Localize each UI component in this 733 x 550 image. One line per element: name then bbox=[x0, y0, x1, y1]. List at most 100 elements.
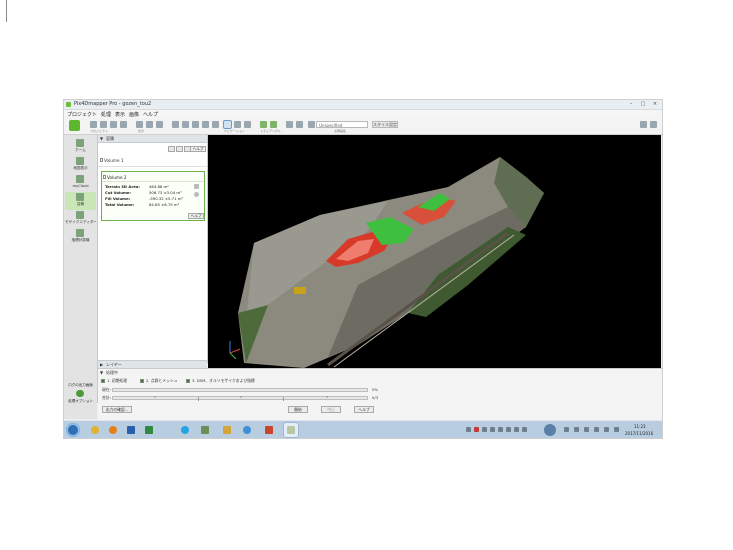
raycloud-icon bbox=[76, 175, 84, 183]
close-project-icon[interactable] bbox=[120, 121, 127, 128]
tray-icon[interactable] bbox=[522, 427, 527, 432]
add-volume-icon[interactable] bbox=[168, 146, 175, 152]
current-label: 現在: bbox=[102, 387, 111, 392]
language-icon[interactable] bbox=[544, 424, 556, 436]
save-icon[interactable] bbox=[110, 121, 117, 128]
mosaic-icon bbox=[76, 211, 84, 219]
pan-icon[interactable] bbox=[244, 121, 251, 128]
fit-view-icon[interactable] bbox=[192, 121, 199, 128]
outlook-icon[interactable] bbox=[220, 423, 234, 437]
sidebar-item-label: 地図表示 bbox=[73, 166, 88, 170]
layer-toggle-icon[interactable] bbox=[308, 121, 315, 128]
menu-help[interactable]: ヘルプ bbox=[143, 111, 158, 118]
desktop-screen: Pix4Dmapper Pro - gozen_tou2 – □ × プロジェク… bbox=[64, 100, 662, 438]
camera-model-icon[interactable] bbox=[156, 121, 163, 128]
user-account-icon[interactable] bbox=[640, 121, 647, 128]
menu-images[interactable]: 画像 bbox=[129, 111, 139, 118]
tray-icon[interactable] bbox=[482, 427, 487, 432]
compute-volume-icon[interactable] bbox=[194, 184, 199, 189]
close-button[interactable]: × bbox=[650, 101, 660, 107]
sidebar-item-index[interactable]: 指標計算機 bbox=[65, 228, 96, 246]
zoom-in-icon[interactable] bbox=[172, 121, 179, 128]
open-project-icon[interactable] bbox=[100, 121, 107, 128]
tray-icon[interactable] bbox=[506, 427, 511, 432]
zoom-out-icon[interactable] bbox=[182, 121, 189, 128]
gear-icon[interactable] bbox=[76, 390, 84, 397]
edit-points-icon[interactable] bbox=[286, 121, 293, 128]
volume-2-card[interactable]: Volume 2 Terrain 3D Area: 464.88 m² Cut … bbox=[101, 171, 205, 221]
help-button[interactable]: ヘルプ bbox=[354, 406, 374, 413]
step2-checkbox[interactable] bbox=[140, 379, 144, 383]
sidebar-bottom: ログの出力画面 処理オプション bbox=[64, 381, 97, 419]
import-volume-icon[interactable] bbox=[176, 146, 183, 152]
step1-checkbox[interactable] bbox=[101, 379, 105, 383]
pix4d-task-icon[interactable] bbox=[283, 422, 299, 438]
view-select[interactable]: Unspecified bbox=[316, 121, 368, 128]
new-project-icon[interactable] bbox=[90, 121, 97, 128]
word-icon[interactable] bbox=[124, 423, 138, 437]
sidebar-item-map[interactable]: 地図表示 bbox=[65, 156, 96, 174]
group-label-navigation: ナビゲーション bbox=[224, 129, 245, 133]
brush-icon[interactable] bbox=[296, 121, 303, 128]
rotate-icon[interactable] bbox=[234, 121, 241, 128]
processing-options-link[interactable]: 処理オプション bbox=[65, 399, 96, 404]
menu-project[interactable]: プロジェクト bbox=[67, 111, 97, 118]
menu-view[interactable]: 表示 bbox=[115, 111, 125, 118]
clock-date[interactable]: 2017/11/2016 bbox=[625, 431, 653, 436]
tray-icon[interactable] bbox=[604, 427, 609, 432]
excel-icon[interactable] bbox=[142, 423, 156, 437]
windows-explorer-icon[interactable] bbox=[198, 423, 212, 437]
divider bbox=[102, 181, 204, 182]
window-title: Pix4Dmapper Pro - gozen_tou2 bbox=[74, 101, 152, 107]
sidebar-item-mosaic[interactable]: モザイクエディター bbox=[65, 210, 96, 228]
volume-file-icon bbox=[103, 175, 106, 179]
sidebar-item-raycloud[interactable]: rayCloud bbox=[65, 174, 96, 192]
media-player-icon[interactable] bbox=[106, 423, 120, 437]
log-output-link[interactable]: ログの出力画面 bbox=[65, 383, 96, 388]
tray-icon[interactable] bbox=[574, 427, 579, 432]
chrome-icon[interactable] bbox=[88, 423, 102, 437]
collapse-icon[interactable]: ▼ bbox=[100, 136, 103, 141]
expand-icon[interactable]: ▶ bbox=[100, 362, 103, 367]
tray-icon[interactable] bbox=[594, 427, 599, 432]
navigation-mode-icon[interactable] bbox=[223, 120, 232, 129]
maximize-button[interactable]: □ bbox=[638, 101, 648, 107]
cancel-button[interactable]: 中止 bbox=[321, 406, 341, 413]
start-button[interactable]: 開始 bbox=[288, 406, 308, 413]
gear-icon[interactable] bbox=[194, 192, 199, 197]
powerpoint-icon[interactable] bbox=[262, 423, 276, 437]
menu-process[interactable]: 処理 bbox=[101, 111, 111, 118]
collapse-icon[interactable]: ▼ bbox=[100, 370, 103, 375]
volume-icon[interactable] bbox=[614, 427, 619, 432]
start-orb-icon[interactable] bbox=[66, 423, 80, 437]
tray-icon[interactable] bbox=[474, 427, 479, 432]
skype-icon[interactable] bbox=[178, 423, 192, 437]
settings-icon[interactable] bbox=[650, 121, 657, 128]
triangle-mesh-icon[interactable] bbox=[260, 121, 267, 128]
tray-icon[interactable] bbox=[490, 427, 495, 432]
step3-checkbox[interactable] bbox=[186, 379, 190, 383]
volume-1-item[interactable]: Volume 1 bbox=[104, 158, 124, 163]
tray-icon[interactable] bbox=[466, 427, 471, 432]
tray-icon[interactable] bbox=[564, 427, 569, 432]
fill-volume-label: Fill Volume: bbox=[105, 196, 131, 201]
move-icon[interactable] bbox=[212, 121, 219, 128]
volume-help-button[interactable]: ヘルプ bbox=[188, 213, 204, 219]
tray-icon[interactable] bbox=[514, 427, 519, 432]
cut-volume-label: Cut Volume: bbox=[105, 190, 132, 195]
tray-icon[interactable] bbox=[584, 427, 589, 432]
check-output-button[interactable]: 出力の確認... bbox=[102, 406, 132, 413]
clock-time[interactable]: 11:23 bbox=[634, 424, 646, 429]
raycloud-3d-view[interactable] bbox=[208, 135, 661, 368]
close-view-icon[interactable] bbox=[202, 121, 209, 128]
image-properties-icon[interactable] bbox=[136, 121, 143, 128]
sidebar-item-volumes[interactable]: 容積 bbox=[65, 192, 96, 210]
internet-explorer-icon[interactable] bbox=[240, 423, 254, 437]
style-settings-button[interactable]: スタイル設定 bbox=[372, 121, 398, 128]
tray-icon[interactable] bbox=[498, 427, 503, 432]
panel-help-button[interactable]: ヘルプ bbox=[190, 146, 206, 152]
minimize-button[interactable]: – bbox=[626, 101, 636, 107]
gcp-manager-icon[interactable] bbox=[146, 121, 153, 128]
mesh-texture-icon[interactable] bbox=[270, 121, 277, 128]
sidebar-item-home[interactable]: ホーム bbox=[65, 138, 96, 156]
